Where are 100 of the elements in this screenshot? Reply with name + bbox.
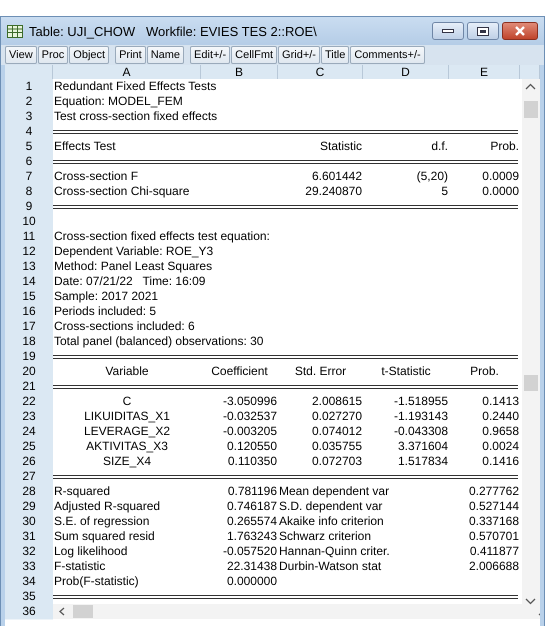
row-number: 22	[5, 394, 53, 410]
table-cell: 0.265574	[226, 514, 278, 530]
table-cell: Cross-section Chi-square	[53, 184, 190, 200]
toolbar-button[interactable]: Proc	[38, 46, 68, 64]
table-cell: Std. Error	[294, 364, 348, 380]
scroll-thumb[interactable]	[524, 375, 538, 391]
table-cell: 0.337168	[468, 514, 520, 530]
toolbar-button[interactable]: View	[5, 46, 37, 64]
table-cell: 22.31438	[226, 559, 278, 575]
table-cell: -1.193143	[392, 409, 449, 425]
row-number: 33	[5, 559, 53, 575]
table-cell: -0.032537	[222, 409, 278, 425]
column-header: B	[201, 65, 278, 79]
table-cell: Log likelihood	[53, 544, 128, 560]
table-cell: LEVERAGE_X2	[82, 424, 172, 440]
table-cell: 1.517834	[396, 454, 449, 470]
table-cell: C	[122, 394, 132, 410]
scroll-left-icon[interactable]	[59, 607, 65, 616]
table-cell: Variable	[104, 364, 150, 380]
scroll-thumb[interactable]	[524, 101, 538, 118]
column-header: A	[53, 65, 201, 79]
table-cell: -1.518955	[392, 394, 449, 410]
toolbar-button[interactable]: Name	[146, 46, 184, 64]
table-cell: Prob.	[469, 364, 500, 380]
table-cell: Method: Panel Least Squares	[53, 259, 214, 275]
row-number: 15	[5, 289, 53, 305]
row-number: 35	[5, 589, 53, 605]
table-cell: 2.006688	[468, 559, 520, 575]
table-cell: 0.027270	[310, 409, 363, 425]
row-number: 23	[5, 409, 53, 425]
scroll-down-icon[interactable]	[525, 598, 536, 605]
column-header: E	[449, 65, 520, 79]
table-cell: 5	[440, 184, 449, 200]
table-cell: 0.120550	[226, 439, 278, 455]
scroll-up-icon[interactable]	[525, 83, 536, 90]
table-cell: 0.110350	[226, 454, 278, 470]
row-number: 36	[5, 604, 53, 620]
row-number: 13	[5, 259, 53, 275]
table-cell: Sum squared resid	[53, 529, 156, 545]
row-number: 19	[5, 349, 53, 365]
table-cell: LIKUIDITAS_X1	[83, 409, 171, 425]
row-number: 14	[5, 274, 53, 290]
table-cell: Redundant Fixed Effects Tests	[53, 79, 218, 95]
row-number: 7	[5, 169, 53, 185]
table-cell: 0.035755	[310, 439, 363, 455]
toolbar-button[interactable]: CellFmt	[231, 46, 278, 64]
table-cell: (5,20)	[416, 169, 449, 185]
row-number: 21	[5, 379, 53, 395]
toolbar-button[interactable]: Grid+/-	[278, 46, 320, 64]
table-cell: 0.074012	[310, 424, 363, 440]
table-cell: Cross-section fixed effects test equation:	[53, 229, 271, 245]
table-cell: 3.371604	[396, 439, 449, 455]
table-cell: Akaike info criterion	[278, 514, 385, 530]
table-cell: Durbin-Watson stat	[278, 559, 382, 575]
toolbar-button[interactable]: Title	[320, 46, 350, 64]
row-number: 9	[5, 199, 53, 215]
minimize-button[interactable]	[432, 22, 464, 40]
table-cell: 0.781196	[226, 484, 278, 500]
table-cell: 0.1416	[481, 454, 520, 470]
table-cell: 6.601442	[310, 169, 363, 185]
close-button[interactable]	[502, 22, 538, 40]
table-cell: Prob(F-statistic)	[53, 574, 140, 590]
row-number: 18	[5, 334, 53, 350]
table-cell: R-squared	[53, 484, 112, 500]
scroll-thumb[interactable]	[73, 605, 93, 618]
window-title: Table: UJI_CHOW Workfile: EVIES TES 2::ROE\	[29, 24, 318, 38]
row-number: 32	[5, 544, 53, 560]
table-cell: 29.240870	[304, 184, 363, 200]
toolbar-button[interactable]: Print	[115, 46, 146, 64]
table-cell: 0.277762	[468, 484, 520, 500]
row-number: 31	[5, 529, 53, 545]
horizontal-scrollbar[interactable]	[53, 604, 540, 619]
row-number: 11	[5, 229, 53, 245]
row-number: 6	[5, 154, 53, 170]
table-cell: S.D. dependent var	[278, 499, 384, 515]
row-number: 28	[5, 484, 53, 500]
table-cell: 0.0009	[481, 169, 520, 185]
table-cell: S.E. of regression	[53, 514, 150, 530]
maximize-button[interactable]	[467, 22, 499, 40]
table-cell: Prob.	[489, 139, 520, 155]
table-cell: Dependent Variable: ROE_Y3	[53, 244, 214, 260]
row-number: 17	[5, 319, 53, 335]
row-number: 24	[5, 424, 53, 440]
row-number: 30	[5, 514, 53, 530]
table-cell: Hannan-Quinn criter.	[278, 544, 391, 560]
table-cell: 0.411877	[468, 544, 520, 560]
table-cell: Effects Test	[53, 139, 117, 155]
toolbar-button[interactable]: Comments+/-	[350, 46, 425, 64]
table-cell: Cross-sections included: 6	[53, 319, 196, 335]
close-icon	[514, 26, 526, 36]
table-cell: 0.746187	[226, 499, 278, 515]
table-cell: 0.570701	[468, 529, 520, 545]
row-number: 26	[5, 454, 53, 470]
toolbar-button[interactable]: Object	[69, 46, 110, 64]
table-cell: Date: 07/21/22 Time: 16:09	[53, 274, 206, 290]
vertical-scrollbar[interactable]	[522, 79, 540, 611]
row-number: 1	[5, 79, 53, 95]
table-cell: t-Statistic	[380, 364, 432, 380]
table-cell: Periods included: 5	[53, 304, 158, 320]
toolbar-button[interactable]: Edit+/-	[190, 46, 230, 64]
